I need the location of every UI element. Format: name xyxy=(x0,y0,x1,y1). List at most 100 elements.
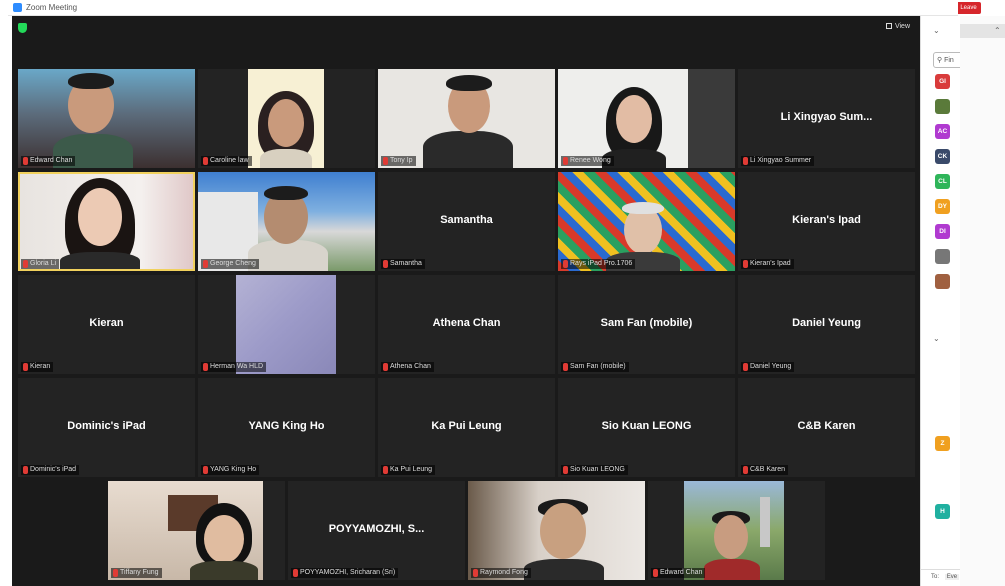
video-tile[interactable]: Sio Kuan LEONG Sio Kuan LEONG xyxy=(558,378,735,477)
person-body xyxy=(704,559,760,580)
participant-avatar[interactable] xyxy=(935,99,950,114)
video-tile[interactable]: Tony Ip xyxy=(378,69,555,168)
muted-mic-icon xyxy=(383,157,388,165)
video-tile[interactable]: Li Xingyao Sum... Li Xingyao Summer xyxy=(738,69,915,168)
video-feed xyxy=(378,69,555,168)
participant-big-name: Daniel Yeung xyxy=(792,317,861,329)
person-body xyxy=(190,561,258,580)
participant-name: Dominic's iPad xyxy=(21,465,80,475)
screen: Leave Zoom Meeting View Edward Chan Caro… xyxy=(0,0,1005,586)
video-tile[interactable]: Caroline law xyxy=(198,69,375,168)
video-feed xyxy=(18,69,195,168)
video-tile-active-speaker[interactable]: Gloria Li xyxy=(18,172,195,271)
participant-avatar[interactable] xyxy=(935,249,950,264)
muted-mic-icon xyxy=(563,157,568,165)
title-bar: Zoom Meeting xyxy=(8,0,958,16)
video-tile[interactable]: Herman Wa HLD xyxy=(198,275,375,374)
zoom-logo-icon xyxy=(13,3,22,12)
grid-icon xyxy=(885,23,892,29)
muted-mic-icon xyxy=(23,363,28,371)
muted-mic-icon xyxy=(203,466,208,474)
participant-big-name: Kieran's Ipad xyxy=(792,214,861,226)
video-tile[interactable]: C&B Karen C&B Karen xyxy=(738,378,915,477)
person-head xyxy=(616,95,652,143)
person-hair xyxy=(264,186,308,200)
person-body xyxy=(248,240,328,271)
video-tile[interactable]: George Cheng xyxy=(198,172,375,271)
video-tile[interactable]: Athena Chan Athena Chan xyxy=(378,275,555,374)
participant-avatar[interactable]: CK xyxy=(935,149,950,164)
video-tile[interactable]: Kieran's Ipad Kieran's Ipad xyxy=(738,172,915,271)
participant-name: Edward Chan xyxy=(21,156,76,166)
person-body xyxy=(524,559,604,580)
video-feed xyxy=(558,69,735,168)
muted-mic-icon xyxy=(743,363,748,371)
muted-mic-icon xyxy=(203,260,208,268)
participant-big-name: POYYAMOZHI, S... xyxy=(328,523,425,535)
security-shield-icon[interactable] xyxy=(18,23,27,33)
person-hair xyxy=(622,202,664,214)
leave-button[interactable]: Leave xyxy=(956,2,981,14)
person-hair xyxy=(446,75,492,91)
muted-mic-icon xyxy=(23,260,28,268)
participant-big-name: Dominic's iPad xyxy=(67,420,146,432)
participant-big-name: Ka Pui Leung xyxy=(431,420,502,432)
person-body xyxy=(423,131,513,168)
chevron-down-icon[interactable]: ⌄ xyxy=(933,334,940,343)
person-head xyxy=(540,503,586,559)
video-feed xyxy=(468,481,645,580)
participant-big-name: Li Xingyao Sum... xyxy=(780,111,873,123)
video-tile[interactable]: POYYAMOZHI, S... POYYAMOZHI, Sricharan (… xyxy=(288,481,465,580)
chat-recipient-row[interactable]: To: Eve xyxy=(921,569,961,586)
video-tile[interactable]: Edward Chan xyxy=(18,69,195,168)
participant-avatar[interactable]: DY xyxy=(935,199,950,214)
video-tile[interactable]: Samantha Samantha xyxy=(378,172,555,271)
participant-avatar[interactable]: DI xyxy=(935,224,950,239)
participant-name: Tiffany Fung xyxy=(111,568,162,578)
muted-mic-icon xyxy=(23,466,28,474)
video-tile[interactable]: Tiffany Fung xyxy=(108,481,285,580)
video-tile[interactable]: Edward Chan xyxy=(648,481,825,580)
participant-avatar[interactable]: GI xyxy=(935,74,950,89)
muted-mic-icon xyxy=(743,157,748,165)
video-tile[interactable]: Renee Wong xyxy=(558,69,735,168)
muted-mic-icon xyxy=(203,157,208,165)
video-tile[interactable]: Sam Fan (mobile) Sam Fan (mobile) xyxy=(558,275,735,374)
chevron-up-icon[interactable]: ⌃ xyxy=(994,26,1001,35)
muted-mic-icon xyxy=(113,569,118,577)
participant-name: George Cheng xyxy=(201,259,259,269)
person-head xyxy=(78,188,122,246)
participant-avatar[interactable]: CL xyxy=(935,174,950,189)
view-button[interactable]: View xyxy=(885,23,910,30)
video-tile[interactable]: Daniel Yeung Daniel Yeung xyxy=(738,275,915,374)
participant-search-input[interactable]: ⚲ Fin xyxy=(933,52,963,68)
participant-name: Li Xingyao Summer xyxy=(741,156,815,166)
chat-recipient-select[interactable]: Eve xyxy=(944,574,960,580)
participant-name: Sio Kuan LEONG xyxy=(561,465,628,475)
participant-big-name: YANG King Ho xyxy=(248,420,325,432)
participant-big-name: Kieran xyxy=(89,317,124,329)
video-tile[interactable]: Kieran Kieran xyxy=(18,275,195,374)
participant-big-name: Sam Fan (mobile) xyxy=(600,317,693,329)
participant-avatar[interactable]: AC xyxy=(935,124,950,139)
person-head xyxy=(204,515,244,563)
muted-mic-icon xyxy=(563,466,568,474)
video-tile[interactable]: Rays iPad Pro.1706 xyxy=(558,172,735,271)
person-body xyxy=(60,252,140,269)
participant-name: Tony Ip xyxy=(381,156,416,166)
muted-mic-icon xyxy=(203,363,208,371)
chat-avatar: H xyxy=(935,504,950,519)
participant-name: Edward Chan xyxy=(651,568,706,578)
video-tile[interactable]: Raymond Fong xyxy=(468,481,645,580)
chevron-down-icon[interactable]: ⌄ xyxy=(933,26,940,35)
video-tile[interactable]: Ka Pui Leung Ka Pui Leung xyxy=(378,378,555,477)
participant-avatar[interactable] xyxy=(935,274,950,289)
video-feed xyxy=(558,172,735,271)
video-feed xyxy=(684,481,784,580)
muted-mic-icon xyxy=(23,157,28,165)
video-tile[interactable]: Dominic's iPad Dominic's iPad xyxy=(18,378,195,477)
video-tile[interactable]: YANG King Ho YANG King Ho xyxy=(198,378,375,477)
participant-name: YANG King Ho xyxy=(201,465,260,475)
participant-name: Kieran xyxy=(21,362,54,372)
muted-mic-icon xyxy=(743,466,748,474)
